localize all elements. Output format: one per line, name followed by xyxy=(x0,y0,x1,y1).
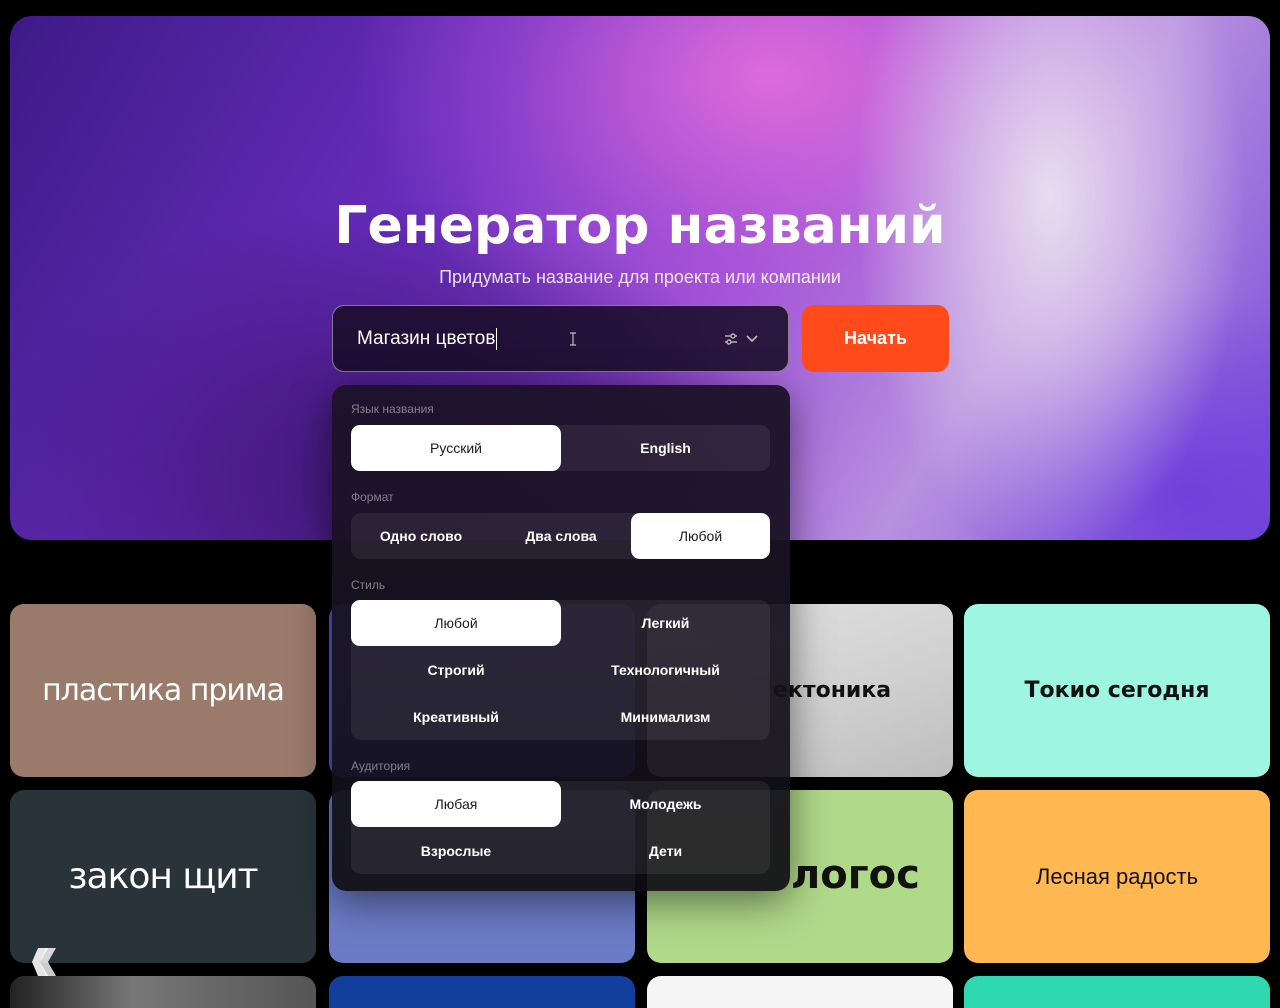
text-cursor-icon xyxy=(570,332,576,346)
name-card[interactable] xyxy=(964,976,1270,1008)
name-card-text: Лесная радость xyxy=(1035,863,1199,889)
search-input[interactable]: Магазин цветов xyxy=(332,305,789,372)
name-card[interactable] xyxy=(10,976,316,1008)
format-label: Формат xyxy=(351,490,394,504)
language-option-english[interactable]: English xyxy=(561,425,770,471)
format-option-any[interactable]: Любой xyxy=(631,513,770,559)
audience-option-adults[interactable]: Взрослые xyxy=(351,828,561,874)
audience-option-any[interactable]: Любая xyxy=(351,781,561,827)
style-option-tech[interactable]: Технологичный xyxy=(561,647,770,693)
name-card-text: логос xyxy=(791,852,920,898)
name-card[interactable]: Лесная радость xyxy=(964,790,1270,963)
style-selector: Любой Легкий Строгий Технологичный Креат… xyxy=(351,600,770,740)
audience-option-kids[interactable]: Дети xyxy=(561,828,770,874)
language-option-russian[interactable]: Русский xyxy=(351,425,561,471)
style-option-light[interactable]: Легкий xyxy=(561,600,770,646)
style-option-any[interactable]: Любой xyxy=(351,600,561,646)
style-option-creative[interactable]: Креативный xyxy=(351,694,561,740)
name-card[interactable]: пластика прима xyxy=(10,604,316,777)
format-option-two-words[interactable]: Два слова xyxy=(491,513,631,559)
format-selector: Одно слово Два слова Любой xyxy=(351,513,770,559)
language-selector: Русский English xyxy=(351,425,770,471)
logo-icon xyxy=(32,948,56,976)
language-label: Язык названия xyxy=(351,402,434,416)
name-card-text: пластика прима xyxy=(42,673,285,708)
audience-option-youth[interactable]: Молодежь xyxy=(561,781,770,827)
chevron-down-icon[interactable] xyxy=(746,335,758,343)
audience-label: Аудитория xyxy=(351,759,411,773)
style-option-strict[interactable]: Строгий xyxy=(351,647,561,693)
name-card[interactable]: Токио сегодня xyxy=(964,604,1270,777)
options-dropdown: Язык названия Русский English Формат Одн… xyxy=(332,385,790,891)
format-option-one-word[interactable]: Одно слово xyxy=(351,513,491,559)
style-label: Стиль xyxy=(351,578,386,592)
name-card-text: закон щит xyxy=(68,856,258,897)
page-title: Генератор названий xyxy=(334,196,946,256)
name-card-text: Токио сегодня xyxy=(1024,678,1210,703)
search-input-value: Магазин цветов xyxy=(357,328,498,350)
name-card[interactable] xyxy=(647,976,953,1008)
style-option-minimalism[interactable]: Минимализм xyxy=(561,694,770,740)
name-card[interactable] xyxy=(329,976,635,1008)
start-button[interactable]: Начать xyxy=(802,305,949,372)
sliders-icon[interactable] xyxy=(724,333,738,345)
name-card[interactable]: закон щит xyxy=(10,790,316,963)
audience-selector: Любая Молодежь Взрослые Дети xyxy=(351,781,770,874)
page-subtitle: Придумать название для проекта или компа… xyxy=(439,267,841,287)
name-card-text: ектоника xyxy=(773,678,892,703)
